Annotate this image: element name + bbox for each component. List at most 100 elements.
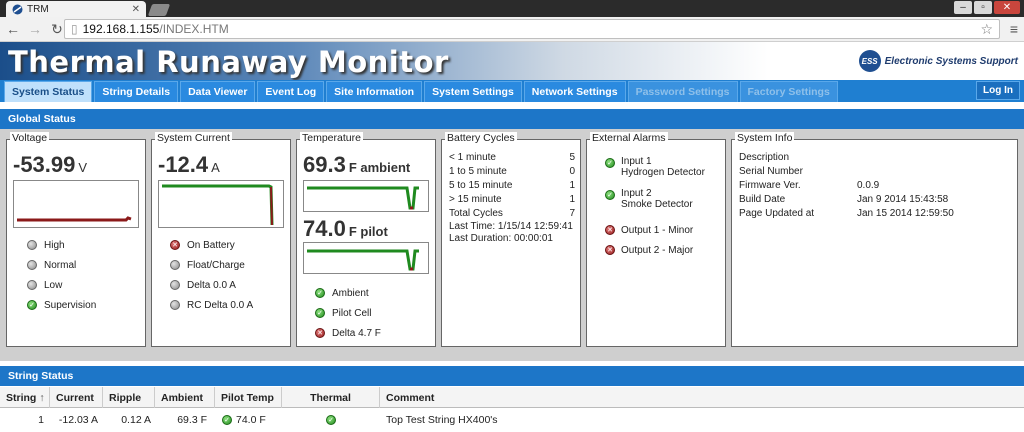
string-table-header: String ↑ Current Ripple Ambient Pilot Tem… bbox=[0, 387, 1024, 408]
check-icon: ✓ bbox=[27, 300, 37, 310]
company-logo: ESS Electronic Systems Support bbox=[858, 50, 1018, 72]
alarm-output-2: ✕ Output 2 - Major bbox=[605, 240, 723, 260]
page-favicon-icon bbox=[12, 4, 23, 14]
tab-event-log[interactable]: Event Log bbox=[257, 81, 325, 102]
tab-string-details[interactable]: String Details bbox=[94, 81, 179, 102]
minimize-icon[interactable]: – bbox=[954, 1, 972, 14]
back-arrow-icon[interactable]: ← bbox=[6, 21, 20, 37]
company-name: Electronic Systems Support bbox=[884, 55, 1018, 67]
status-off-icon bbox=[27, 280, 37, 290]
battery-cycles-panel: Battery Cycles < 1 minute 5 1 to 5 minute… bbox=[441, 132, 581, 347]
system-info-table: Description Serial Number Firmware Ver. 0… bbox=[739, 150, 1009, 220]
pilot-trend-graph bbox=[303, 242, 429, 274]
status-low: Low bbox=[27, 275, 96, 295]
browser-tab-title: TRM bbox=[27, 3, 49, 15]
address-bar[interactable]: ▯ 192.168.1.155/INDEX.HTM ☆ bbox=[64, 19, 1000, 39]
last-time: Last Time: 1/15/14 12:59:41 bbox=[449, 220, 573, 232]
column-ripple[interactable]: Ripple bbox=[103, 387, 155, 408]
status-off-icon bbox=[170, 280, 180, 290]
temperature-title: Temperature bbox=[300, 132, 363, 144]
column-ambient[interactable]: Ambient bbox=[155, 387, 215, 408]
browser-titlebar: TRM ✕ – ▫ ✕ bbox=[0, 0, 1024, 17]
sort-arrow-icon: ↑ bbox=[39, 391, 45, 404]
status-float-charge: Float/Charge bbox=[170, 255, 253, 275]
browser-tab[interactable]: TRM ✕ bbox=[6, 1, 146, 17]
status-delta: Delta 0.0 A bbox=[170, 275, 253, 295]
check-icon: ✓ bbox=[605, 158, 615, 168]
alarm-x-icon: ✕ bbox=[170, 240, 180, 250]
temperature-status-list: ✓ Ambient ✓ Pilot Cell ✕ Delta 4.7 F bbox=[315, 283, 381, 343]
ambient-value: 69.3 bbox=[303, 152, 346, 177]
close-tab-icon[interactable]: ✕ bbox=[132, 4, 140, 15]
ess-logo-mark: ESS bbox=[858, 50, 881, 72]
cell-ripple: 0.12 A bbox=[121, 414, 151, 426]
main-nav: System Status String Details Data Viewer… bbox=[0, 80, 1024, 102]
check-icon: ✓ bbox=[222, 415, 232, 425]
battery-cycles-table: < 1 minute 5 1 to 5 minute 0 5 to 15 minut… bbox=[449, 150, 575, 244]
status-ambient: ✓ Ambient bbox=[315, 283, 381, 303]
info-row: Serial Number bbox=[739, 165, 803, 177]
forward-arrow-icon[interactable]: → bbox=[28, 21, 42, 37]
ambient-trend-line bbox=[307, 186, 419, 210]
close-window-icon[interactable]: ✕ bbox=[994, 1, 1020, 14]
pilot-value: 74.0 bbox=[303, 216, 346, 241]
reload-icon[interactable]: ↻ bbox=[50, 21, 64, 38]
status-off-icon bbox=[27, 260, 37, 270]
ambient-reading: 69.3 F ambient bbox=[303, 152, 410, 178]
status-rc-delta: RC Delta 0.0 A bbox=[170, 295, 253, 315]
ambient-trend-graph bbox=[303, 180, 429, 212]
status-pilot-cell: ✓ Pilot Cell bbox=[315, 303, 381, 323]
ambient-unit: F ambient bbox=[348, 160, 411, 175]
check-icon: ✓ bbox=[605, 190, 615, 200]
status-on-battery: ✕ On Battery bbox=[170, 235, 253, 255]
column-current[interactable]: Current bbox=[50, 387, 103, 408]
battery-cycles-title: Battery Cycles bbox=[445, 132, 517, 144]
info-row: Description bbox=[739, 151, 790, 163]
column-pilot-temp[interactable]: Pilot Temp bbox=[215, 387, 282, 408]
browser-toolbar: ← → ↻ ▯ 192.168.1.155/INDEX.HTM ☆ ≡ bbox=[0, 17, 1024, 42]
cycle-row-total: Total Cycles 7 bbox=[449, 207, 575, 219]
maximize-icon[interactable]: ▫ bbox=[974, 1, 992, 14]
login-button[interactable]: Log In bbox=[976, 81, 1020, 100]
tab-data-viewer[interactable]: Data Viewer bbox=[180, 81, 256, 102]
pilot-reading: 74.0 F pilot bbox=[303, 216, 388, 242]
status-off-icon bbox=[170, 300, 180, 310]
voltage-title: Voltage bbox=[10, 132, 50, 144]
status-normal: Normal bbox=[27, 255, 96, 275]
app-title: Thermal Runaway Monitor bbox=[8, 45, 449, 79]
alarm-input-1: ✓ Input 1 Hydrogen Detector bbox=[605, 156, 723, 186]
last-duration: Last Duration: 00:00:01 bbox=[449, 232, 553, 244]
tab-site-information[interactable]: Site Information bbox=[326, 81, 423, 102]
column-comment[interactable]: Comment bbox=[380, 387, 1024, 408]
status-off-icon bbox=[27, 240, 37, 250]
tab-factory-settings[interactable]: Factory Settings bbox=[739, 81, 838, 102]
voltage-reading: -53.99 V bbox=[13, 152, 87, 178]
check-icon: ✓ bbox=[326, 415, 336, 425]
tab-system-status[interactable]: System Status bbox=[4, 81, 93, 102]
temperature-panel: Temperature 69.3 F ambient 74.0 F pilot ✓ A… bbox=[296, 132, 436, 347]
column-thermal[interactable]: Thermal bbox=[282, 387, 380, 408]
status-supervision: ✓ Supervision bbox=[27, 295, 96, 315]
cell-ambient: 69.3 F bbox=[177, 414, 207, 426]
new-tab-button[interactable] bbox=[147, 4, 171, 16]
current-reading: -12.4 A bbox=[158, 152, 220, 178]
pilot-unit: F pilot bbox=[348, 224, 388, 239]
current-trend-graph bbox=[158, 180, 284, 228]
info-row: Build Date Jan 9 2014 15:43:58 bbox=[739, 193, 949, 205]
alarm-list: ✓ Input 1 Hydrogen Detector ✓ Input 2 Smok… bbox=[605, 156, 723, 260]
voltage-panel: Voltage -53.99 V High Normal Low ✓ Supervi… bbox=[6, 132, 146, 347]
check-icon: ✓ bbox=[315, 288, 325, 298]
header-banner: Thermal Runaway Monitor ESS Electronic S… bbox=[0, 42, 1024, 80]
tab-password-settings[interactable]: Password Settings bbox=[627, 81, 738, 102]
voltage-trend-line bbox=[17, 216, 132, 222]
bookmark-star-icon[interactable]: ☆ bbox=[980, 21, 993, 38]
column-string[interactable]: String ↑ bbox=[0, 387, 50, 408]
alarm-x-icon: ✕ bbox=[605, 245, 615, 255]
status-high: High bbox=[27, 235, 96, 255]
tab-network-settings[interactable]: Network Settings bbox=[523, 81, 626, 102]
current-value: -12.4 bbox=[158, 152, 209, 177]
browser-menu-icon[interactable]: ≡ bbox=[1010, 21, 1018, 37]
cell-string: 1 bbox=[38, 414, 44, 426]
tab-system-settings[interactable]: System Settings bbox=[424, 81, 522, 102]
info-row: Page Updated at Jan 15 2014 12:59:50 bbox=[739, 207, 954, 219]
